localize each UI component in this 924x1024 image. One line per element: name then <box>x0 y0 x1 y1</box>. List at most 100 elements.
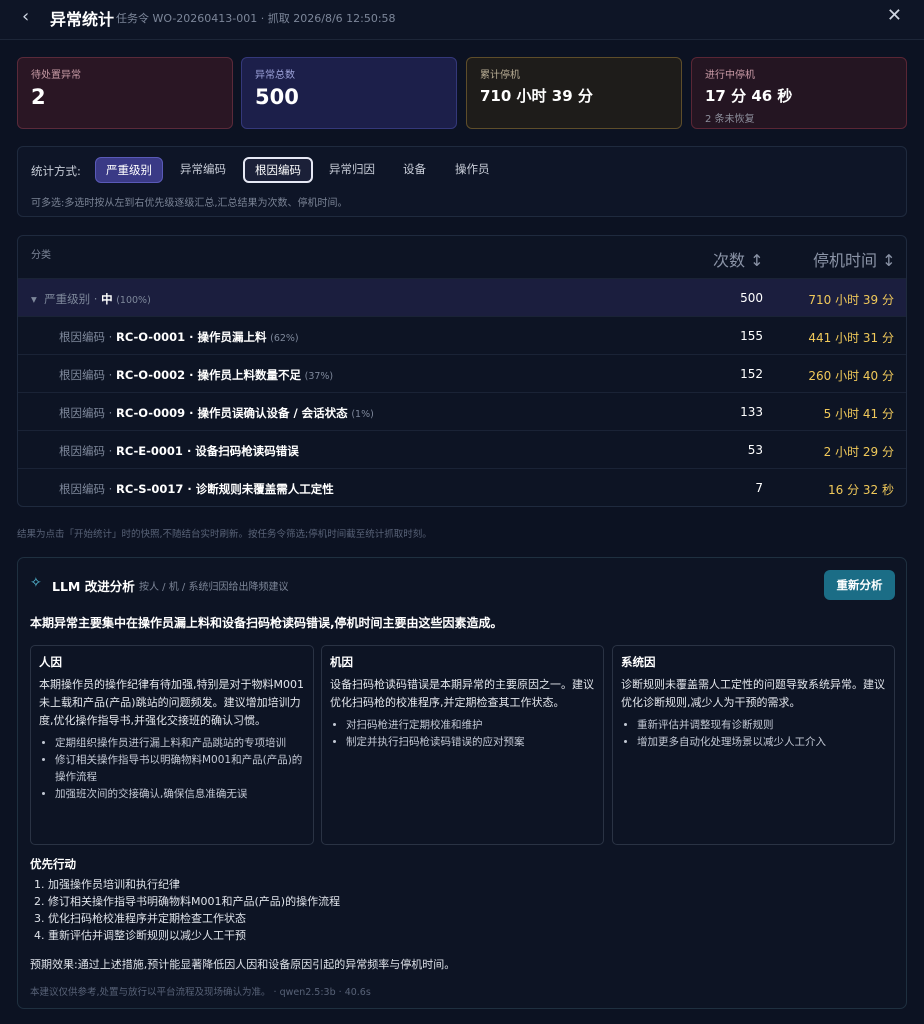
page-subtitle: 任务令 WO-20260413-001 · 抓取 2026/8/6 12:50:… <box>116 12 396 25</box>
actions-title: 优先行动 <box>30 857 76 871</box>
row-prefix: 根因编码 · <box>59 444 113 458</box>
row-time: 260 小时 40 分 <box>808 369 894 383</box>
list-item: 优化扫码枪校准程序并定期检查工作状态 <box>48 910 340 927</box>
stat-hint: 可多选:多选时按从左到右优先级逐级汇总,汇总结果为次数、停机时间。 <box>31 198 348 209</box>
list-item: 对扫码枪进行定期校准和维护 <box>346 717 595 734</box>
table-row: 根因编码 · RC-E-0001 · 设备扫码枪读码错误 53 2 小时 29 … <box>18 430 906 468</box>
close-icon[interactable]: ✕ <box>887 5 902 26</box>
llm-subtitle: 按人 / 机 / 系统归因给出降频建议 <box>139 582 289 593</box>
row-pct: (37%) <box>304 371 334 382</box>
stat-method-panel: 统计方式: 严重级别 异常编码 根因编码 异常归因 设备 操作员 可多选:多选时… <box>17 146 907 217</box>
column-title: 机因 <box>330 655 353 669</box>
stats-table: 分类 次数 ↕ 停机时间 ↕ ▾ 严重级别 · 中 (100%) 500 710… <box>17 235 907 507</box>
list-item: 制定并执行扫码枪读码错误的应对预案 <box>346 734 595 751</box>
list-item: 加强班次间的交接确认,确保信息准确无误 <box>55 786 305 803</box>
chip-severity[interactable]: 严重级别 <box>95 157 163 183</box>
card-label: 进行中停机 <box>705 70 755 81</box>
row-name: RC-O-0009 · 操作员误确认设备 / 会话状态 <box>115 406 348 420</box>
group-prefix: 严重级别 · <box>44 292 98 306</box>
row-prefix: 根因编码 · <box>59 406 113 420</box>
column-text: 本期操作员的操作纪律有待加强,特别是对于物料M001未上载和产品(产品)跳站的问… <box>39 678 304 727</box>
card-value: 710 小时 39 分 <box>480 87 593 105</box>
column-list: 重新评估并调整现有诊断规则 增加更多自动化处理场景以减少人工介入 <box>621 717 886 751</box>
sparkle-icon: ✧ <box>30 575 42 591</box>
row-label: 根因编码 · RC-O-0009 · 操作员误确认设备 / 会话状态 (1%) <box>59 405 374 421</box>
chip-root-cause-code[interactable]: 根因编码 <box>243 157 313 183</box>
card-value: 2 <box>31 85 46 109</box>
total-exceptions-card: 异常总数 500 <box>241 57 457 129</box>
group-count: 500 <box>740 291 763 305</box>
column-text: 设备扫码枪读码错误是本期异常的主要原因之一。建议优化扫码枪的校准程序,并定期检查… <box>330 678 594 709</box>
list-item: 修订相关操作指导书以明确物料M001和产品(产品)的操作流程 <box>55 752 305 786</box>
list-item: 定期组织操作员进行漏上料和产品跳站的专项培训 <box>55 735 305 752</box>
chip-exception-attribution[interactable]: 异常归因 <box>319 157 385 183</box>
column-title: 系统因 <box>621 655 656 669</box>
row-count: 152 <box>740 367 763 381</box>
snapshot-footnote: 结果为点击「开始统计」时的快照,不随结台实时刷新。按任务令筛选;停机时间截至统计… <box>17 529 432 540</box>
row-prefix: 根因编码 · <box>59 368 113 382</box>
list-item: 增加更多自动化处理场景以减少人工介入 <box>637 734 886 751</box>
list-item: 加强操作员培训和执行纪律 <box>48 876 340 893</box>
chip-operator[interactable]: 操作员 <box>445 157 500 183</box>
reanalyze-button[interactable]: 重新分析 <box>824 570 895 600</box>
row-pct: (1%) <box>351 409 374 420</box>
row-time: 5 小时 41 分 <box>823 407 894 421</box>
group-row[interactable]: ▾ 严重级别 · 中 (100%) 500 710 小时 39 分 <box>18 278 906 316</box>
llm-summary: 本期异常主要集中在操作员漏上料和设备扫码枪读码错误,停机时间主要由这些因素造成。 <box>30 616 503 630</box>
list-item: 修订相关操作指导书明确物料M001和产品(产品)的操作流程 <box>48 893 340 910</box>
card-label: 待处置异常 <box>31 70 81 81</box>
row-name: RC-E-0001 · 设备扫码枪读码错误 <box>115 444 299 458</box>
column-text: 诊断规则未覆盖需人工定性的问题导致系统异常。建议优化诊断规则,减少人为干预的需求… <box>621 678 885 709</box>
system-factor-box: 系统因 诊断规则未覆盖需人工定性的问题导致系统异常。建议优化诊断规则,减少人为干… <box>612 645 895 845</box>
card-label: 异常总数 <box>255 70 295 81</box>
effect-label: 预期效果: <box>30 958 78 971</box>
effect-text: 通过上述措施,预计能显著降低因人因和设备原因引起的异常频率与停机时间。 <box>77 958 456 971</box>
row-prefix: 根因编码 · <box>59 330 113 344</box>
total-downtime-card: 累计停机 710 小时 39 分 <box>466 57 682 129</box>
row-name: RC-S-0017 · 诊断规则未覆盖需人工定性 <box>115 482 334 496</box>
card-note: 2 条未恢复 <box>705 114 755 125</box>
card-value: 500 <box>255 85 299 109</box>
row-time: 2 小时 29 分 <box>823 445 894 459</box>
row-time: 16 分 32 秒 <box>828 483 894 497</box>
page-title: 异常统计 <box>50 10 115 29</box>
llm-analysis-panel: ✧ LLM 改进分析 按人 / 机 / 系统归因给出降频建议 重新分析 本期异常… <box>17 557 907 1009</box>
ongoing-downtime-card: 进行中停机 17 分 46 秒 2 条未恢复 <box>691 57 907 129</box>
row-prefix: 根因编码 · <box>59 482 113 496</box>
human-factor-box: 人因 本期操作员的操作纪律有待加强,特别是对于物料M001未上载和产品(产品)跳… <box>30 645 314 845</box>
pending-exceptions-card: 待处置异常 2 <box>17 57 233 129</box>
header: ‹ 异常统计 任务令 WO-20260413-001 · 抓取 2026/8/6… <box>0 0 924 40</box>
back-chevron-icon[interactable]: ‹ <box>22 6 29 27</box>
row-label: 根因编码 · RC-E-0001 · 设备扫码枪读码错误 <box>59 443 299 459</box>
row-count: 155 <box>740 329 763 343</box>
row-label: 根因编码 · RC-S-0017 · 诊断规则未覆盖需人工定性 <box>59 481 334 497</box>
row-pct: (62%) <box>270 333 299 344</box>
group-name: 中 <box>101 292 113 306</box>
group-time: 710 小时 39 分 <box>808 293 894 307</box>
priority-actions: 优先行动 加强操作员培训和执行纪律 修订相关操作指导书明确物料M001和产品(产… <box>30 856 340 944</box>
row-label: 根因编码 · RC-O-0001 · 操作员漏上料 (62%) <box>59 329 299 345</box>
sort-count-header[interactable]: 次数 ↕ <box>713 247 764 271</box>
column-list: 定期组织操作员进行漏上料和产品跳站的专项培训 修订相关操作指导书以明确物料M00… <box>39 735 305 803</box>
row-count: 53 <box>747 443 763 457</box>
table-row: 根因编码 · RC-O-0002 · 操作员上料数量不足 (37%) 152 2… <box>18 354 906 392</box>
table-row: 根因编码 · RC-O-0001 · 操作员漏上料 (62%) 155 441 … <box>18 316 906 354</box>
card-label: 累计停机 <box>480 70 520 81</box>
row-count: 7 <box>755 481 763 495</box>
list-item: 重新评估并调整诊断规则以减少人工干预 <box>48 927 340 944</box>
chip-exception-code[interactable]: 异常编码 <box>170 157 236 183</box>
disclaimer: 本建议仅供参考,处置与放行以平台流程及现场确认为准。 · qwen2.5:3b … <box>30 987 371 998</box>
row-count: 133 <box>740 405 763 419</box>
collapse-caret-icon[interactable]: ▾ <box>31 292 44 306</box>
col-category: 分类 <box>31 250 51 261</box>
table-row: 根因编码 · RC-O-0009 · 操作员误确认设备 / 会话状态 (1%) … <box>18 392 906 430</box>
chip-equipment[interactable]: 设备 <box>393 157 436 183</box>
row-name: RC-O-0001 · 操作员漏上料 <box>115 330 267 344</box>
actions-list: 加强操作员培训和执行纪律 修订相关操作指导书明确物料M001和产品(产品)的操作… <box>30 876 340 944</box>
row-time: 441 小时 31 分 <box>808 331 894 345</box>
group-pct: (100%) <box>116 295 151 306</box>
sort-time-header[interactable]: 停机时间 ↕ <box>813 247 896 271</box>
group-label: ▾ 严重级别 · 中 (100%) <box>31 291 151 307</box>
card-value: 17 分 46 秒 <box>705 87 793 105</box>
column-list: 对扫码枪进行定期校准和维护 制定并执行扫码枪读码错误的应对预案 <box>330 717 595 751</box>
